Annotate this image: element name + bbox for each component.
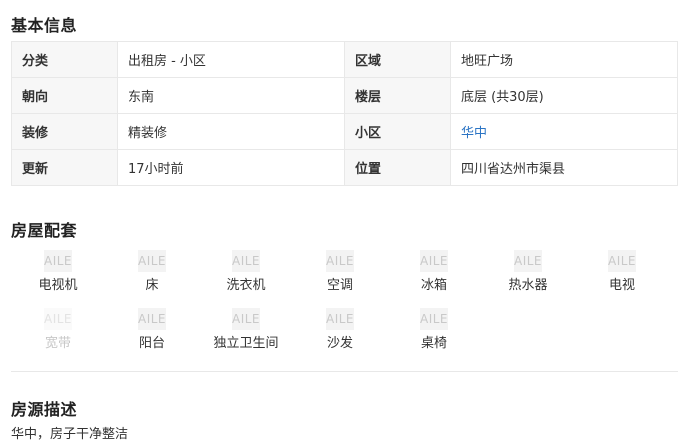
row-value: 底层 (共30层) (449, 77, 678, 114)
amenity-label: 电视机 (38, 278, 78, 293)
amenity-item: AILE 床 (105, 250, 199, 300)
row-key: 更新 (11, 149, 118, 186)
row-key: 分类 (11, 41, 118, 78)
amenity-label: 阳台 (138, 336, 165, 351)
amenity-label: 宽带 (44, 336, 71, 351)
basic-info-table: 分类 出租房 - 小区 区域 地旺广场 朝向 东南 楼层 底层 (共30层) 装… (11, 41, 678, 186)
description-title: 房源描述 (11, 400, 78, 419)
amenities-grid: AILE 电视机 AILE 床 AILE 洗衣机 AILE 空调 AILE 冰箱 AILE… (11, 244, 678, 364)
row-value: 地旺广场 (449, 41, 678, 78)
amenity-label: 空调 (326, 278, 353, 293)
row-value: 17小时前 (116, 149, 345, 186)
amenity-label: 沙发 (326, 336, 353, 351)
amenity-label: 电视 (608, 278, 635, 293)
amenity-item: AILE 电视 (575, 250, 669, 300)
amenity-item: AILE 独立卫生间 (199, 308, 293, 358)
table-row: 分类 出租房 - 小区 区域 地旺广场 (11, 41, 678, 78)
row-value: 出租房 - 小区 (116, 41, 345, 78)
table-row: 朝向 东南 楼层 底层 (共30层) (11, 77, 678, 114)
amenity-label: 床 (145, 278, 159, 293)
tv-icon: AILE (44, 250, 72, 272)
amenity-item: AILE 宽带 (11, 308, 105, 358)
broadband-icon: AILE (44, 308, 72, 330)
amenity-label: 冰箱 (420, 278, 447, 293)
sofa-icon: AILE (326, 308, 354, 330)
row-key: 位置 (343, 149, 451, 186)
amenity-item: AILE 空调 (293, 250, 387, 300)
row-key: 楼层 (343, 77, 451, 114)
amenity-item: AILE 沙发 (293, 308, 387, 358)
row-key: 装修 (11, 113, 118, 150)
description-text: 华中，房子干净整洁 (11, 427, 129, 442)
air-conditioner-icon: AILE (326, 250, 354, 272)
row-key: 区域 (343, 41, 451, 78)
table-chair-icon: AILE (420, 308, 448, 330)
amenity-label: 独立卫生间 (213, 336, 279, 351)
amenity-label: 热水器 (508, 278, 548, 293)
amenity-item: AILE 热水器 (481, 250, 575, 300)
amenity-item: AILE 洗衣机 (199, 250, 293, 300)
amenities-title: 房屋配套 (11, 221, 78, 240)
amenity-item: AILE 电视机 (11, 250, 105, 300)
row-key: 小区 (343, 113, 451, 150)
row-value: 四川省达州市渠县 (449, 149, 678, 186)
community-link[interactable]: 华中 (449, 113, 678, 150)
amenity-label: 桌椅 (420, 336, 447, 351)
balcony-icon: AILE (138, 308, 166, 330)
amenity-item: AILE 阳台 (105, 308, 199, 358)
amenity-item: AILE 冰箱 (387, 250, 481, 300)
row-value: 精装修 (116, 113, 345, 150)
bathroom-icon: AILE (232, 308, 260, 330)
bed-icon: AILE (138, 250, 166, 272)
row-key: 朝向 (11, 77, 118, 114)
table-row: 装修 精装修 小区 华中 (11, 113, 678, 150)
divider (11, 371, 678, 372)
amenity-label: 洗衣机 (226, 278, 266, 293)
basic-info-title: 基本信息 (11, 16, 78, 35)
fridge-icon: AILE (420, 250, 448, 272)
amenity-item: AILE 桌椅 (387, 308, 481, 358)
row-value: 东南 (116, 77, 345, 114)
table-row: 更新 17小时前 位置 四川省达州市渠县 (11, 149, 678, 186)
washing-machine-icon: AILE (232, 250, 260, 272)
television-icon: AILE (608, 250, 636, 272)
water-heater-icon: AILE (514, 250, 542, 272)
